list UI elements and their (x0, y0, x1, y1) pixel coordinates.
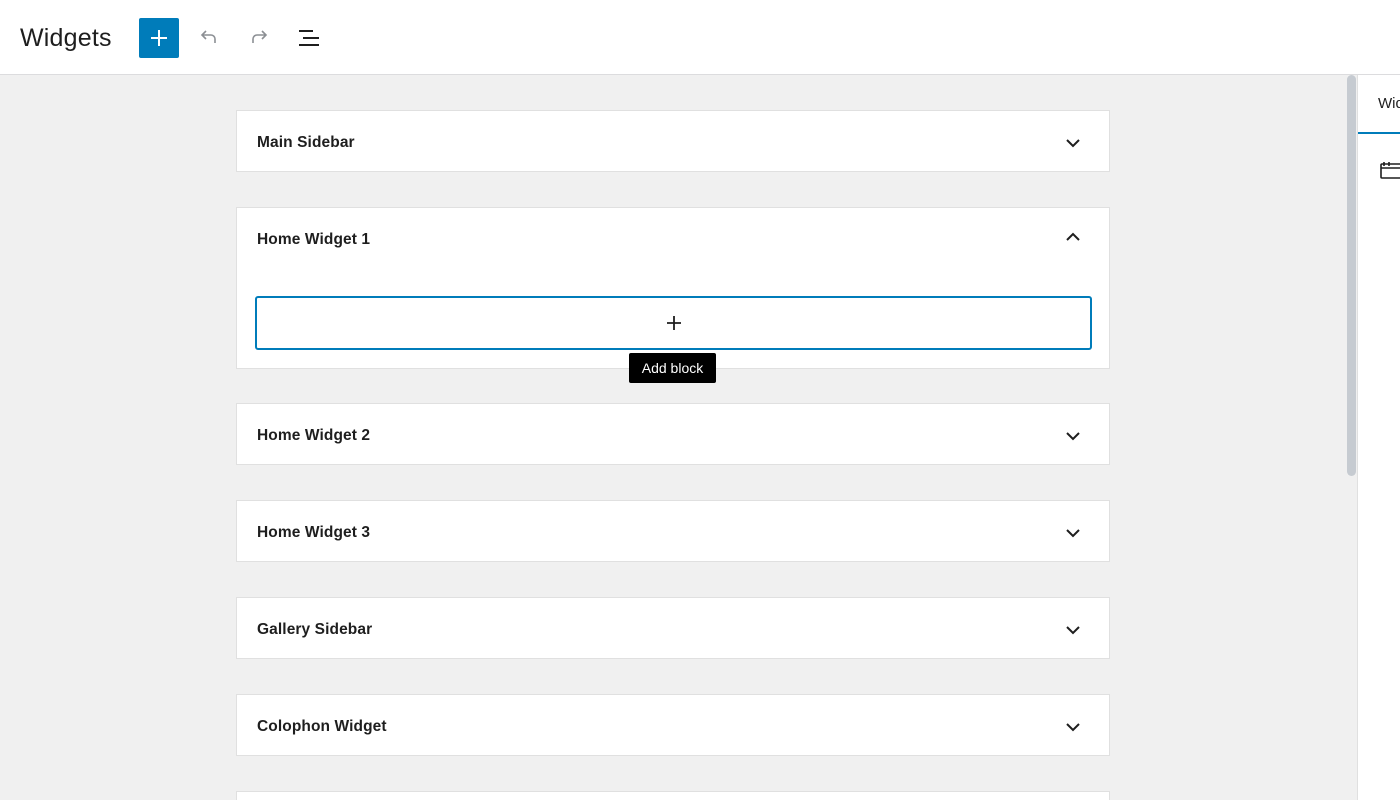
undo-icon (200, 30, 216, 43)
widget-area-gallery-sidebar[interactable]: Gallery Sidebar (236, 597, 1110, 659)
settings-sidebar: Widget Areas (1357, 75, 1400, 800)
widget-area-title: Home Widget 2 (257, 427, 371, 444)
block-default-icon (1380, 160, 1400, 185)
widget-area-title: Home Widget 3 (257, 524, 371, 541)
widget-area-title: Gallery Sidebar (257, 621, 373, 638)
list-view-button[interactable] (289, 18, 329, 58)
add-block-button[interactable] (255, 296, 1092, 350)
undo-button[interactable] (189, 18, 229, 58)
chevron-down-icon[interactable] (1061, 717, 1085, 737)
tab-widget-areas[interactable]: Widget Areas (1358, 75, 1400, 134)
plus-icon (666, 316, 681, 330)
widget-area-home-widget-2[interactable]: Home Widget 2 (236, 403, 1110, 465)
widget-area-colophon-widget[interactable]: Colophon Widget (236, 694, 1110, 756)
redo-button[interactable] (239, 18, 279, 58)
canvas-scrollbar[interactable] (1346, 75, 1357, 800)
redo-icon (252, 30, 268, 43)
page-title: Widgets (20, 24, 112, 52)
widget-area-home-widget-3[interactable]: Home Widget 3 (236, 500, 1110, 562)
chevron-down-icon[interactable] (1061, 426, 1085, 446)
widget-area-title: Home Widget 1 (257, 231, 371, 248)
add-block-tooltip: Add block (629, 353, 716, 383)
widget-area-home-widget-1[interactable]: Home Widget 1 (236, 207, 1110, 369)
list-view-icon (299, 30, 319, 46)
chevron-down-icon[interactable] (1061, 523, 1085, 543)
widget-areas-canvas: Main Sidebar Home Widget 1 Home Widget 2… (0, 75, 1346, 800)
widget-area-title: Colophon Widget (257, 718, 387, 735)
tab-label: Widget Areas (1378, 95, 1400, 112)
scrollbar-thumb[interactable] (1347, 75, 1356, 476)
block-inserter-button[interactable] (139, 18, 179, 58)
widget-area-main-sidebar[interactable]: Main Sidebar (236, 110, 1110, 172)
editor-header: Widgets (0, 0, 1400, 75)
plus-icon (151, 30, 167, 46)
widget-area-title: Main Sidebar (257, 134, 355, 151)
chevron-down-icon[interactable] (1061, 620, 1085, 640)
chevron-up-icon[interactable] (1061, 227, 1085, 247)
widget-area-partial (236, 791, 1110, 800)
chevron-down-icon[interactable] (1061, 133, 1085, 153)
